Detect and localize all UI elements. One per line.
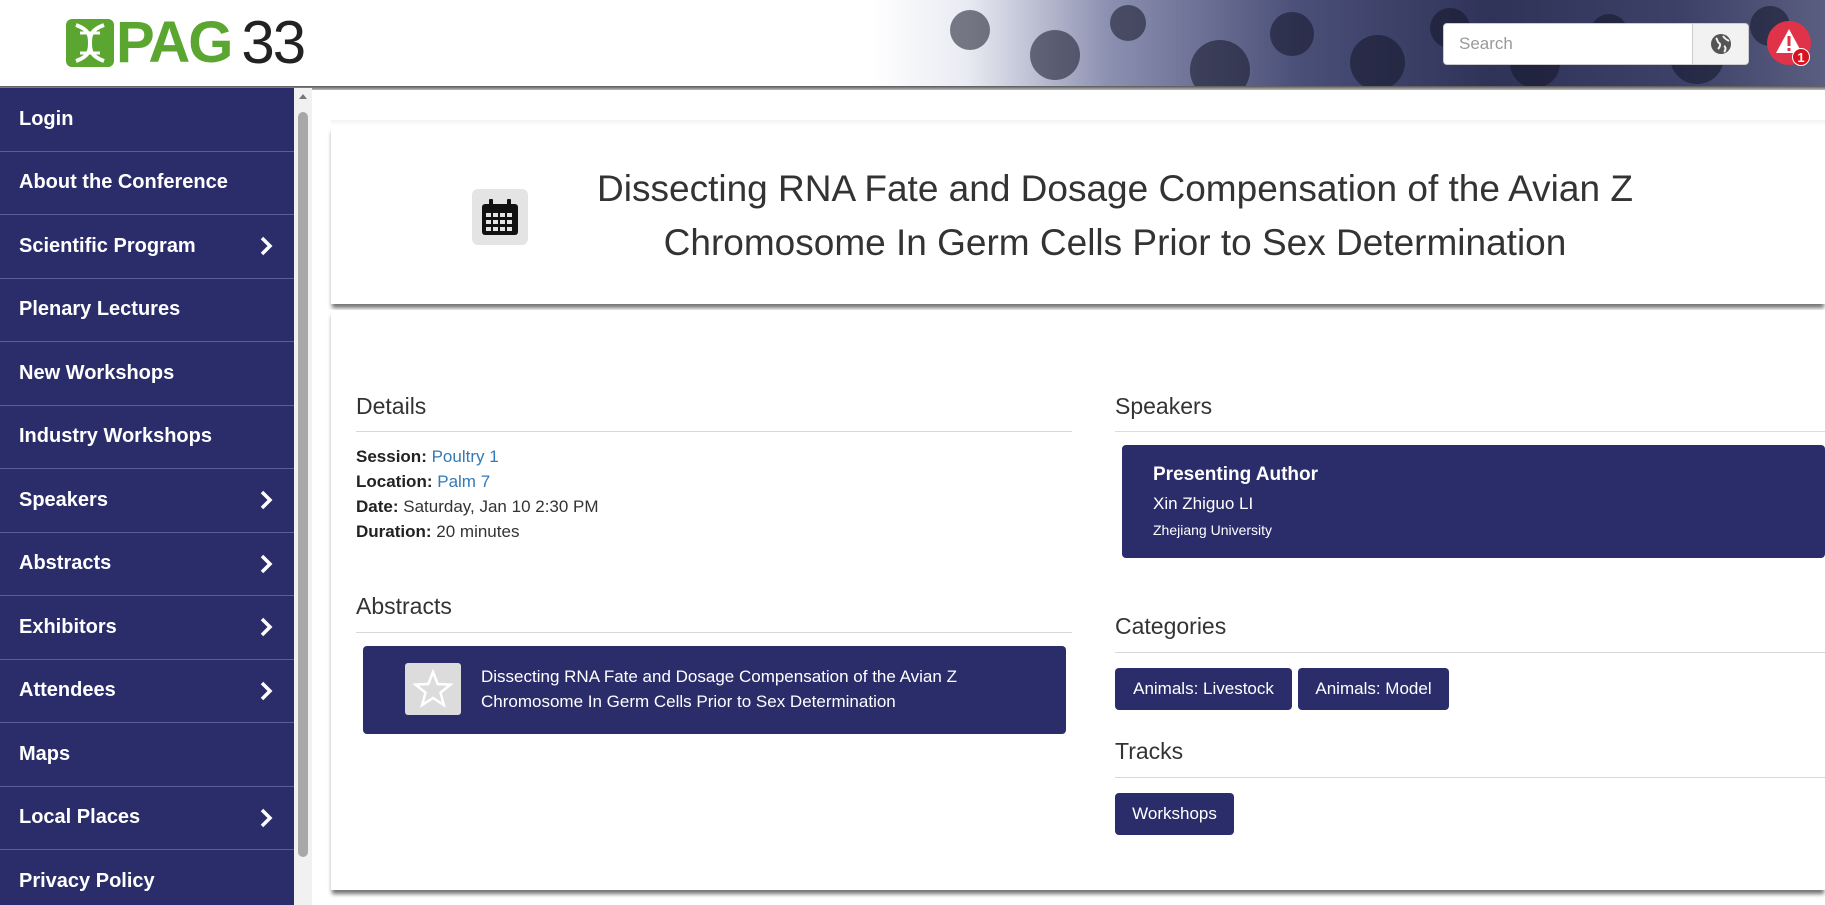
sidebar-item-industry-workshops[interactable]: Industry Workshops: [0, 406, 294, 469]
abstract-item[interactable]: Dissecting RNA Fate and Dosage Compensat…: [363, 646, 1066, 734]
speaker-affiliation: Zhejiang University: [1153, 522, 1273, 538]
location-link[interactable]: Palm 7: [437, 472, 490, 491]
tracks-heading: Tracks: [1115, 738, 1184, 764]
abstract-title: Dissecting RNA Fate and Dosage Compensat…: [481, 664, 1041, 714]
sidebar-item-local-places[interactable]: Local Places: [0, 787, 294, 850]
sidebar-item-label: Local Places: [19, 806, 141, 829]
site-header: PAG 33 1: [0, 0, 1825, 88]
sidebar-item-new-workshops[interactable]: New Workshops: [0, 342, 294, 406]
chevron-right-icon: [260, 554, 273, 573]
globe-icon: [1710, 34, 1731, 54]
sidebar-item-speakers[interactable]: Speakers: [0, 469, 294, 533]
sidebar-item-attendees[interactable]: Attendees: [0, 660, 294, 723]
search-button[interactable]: [1692, 24, 1748, 64]
sidebar-item-label: Maps: [19, 742, 71, 765]
abstracts-divider: [356, 632, 1072, 633]
sidebar-item-label: Login: [19, 107, 74, 130]
alert-count-badge: 1: [1792, 48, 1810, 66]
event-title-line-1: Dissecting RNA Fate and Dosage Compensat…: [597, 168, 1633, 209]
detail-location: Location: Palm 7: [356, 472, 490, 492]
speaker-card[interactable]: Presenting Author Xin Zhiguo LI Zhejiang…: [1122, 445, 1825, 558]
sidebar-item-login[interactable]: Login: [0, 88, 294, 152]
speaker-role: Presenting Author: [1153, 464, 1319, 485]
sidebar-item-about-the-conference[interactable]: About the Conference: [0, 152, 294, 215]
scroll-up-arrow[interactable]: [299, 94, 307, 99]
sidebar-item-label: Industry Workshops: [19, 425, 212, 448]
detail-session: Session: Poultry 1: [356, 447, 499, 467]
details-heading: Details: [356, 393, 427, 419]
category-tag-livestock[interactable]: Animals: Livestock: [1115, 668, 1292, 710]
sidebar-item-label: About the Conference: [19, 171, 228, 194]
detail-date: Date: Saturday, Jan 10 2:30 PM: [356, 497, 599, 517]
logo-number: 33: [241, 9, 306, 76]
sidebar-item-exhibitors[interactable]: Exhibitors: [0, 596, 294, 660]
sidebar-item-scientific-program[interactable]: Scientific Program: [0, 215, 294, 279]
sidebar-item-label: Speakers: [19, 488, 108, 511]
details-divider: [356, 431, 1072, 432]
category-tag-model[interactable]: Animals: Model: [1298, 668, 1449, 710]
logo-text: PAG: [116, 10, 233, 75]
sidebar-item-plenary-lectures[interactable]: Plenary Lectures: [0, 279, 294, 342]
speakers-divider: [1115, 431, 1825, 432]
search-box: [1443, 23, 1749, 65]
detail-duration: Duration: 20 minutes: [356, 522, 519, 542]
sidebar-item-abstracts[interactable]: Abstracts: [0, 533, 294, 596]
alerts-button[interactable]: 1: [1766, 20, 1812, 66]
chevron-right-icon: [260, 808, 273, 827]
sidebar-item-label: Scientific Program: [19, 234, 196, 257]
event-details-card: [331, 310, 1825, 890]
date-label: Date:: [356, 497, 399, 516]
sidebar-item-label: Exhibitors: [19, 615, 117, 638]
sidebar-item-label: Plenary Lectures: [19, 298, 181, 321]
calendar-icon: [472, 189, 528, 245]
chevron-right-icon: [260, 618, 273, 637]
speakers-heading: Speakers: [1115, 393, 1213, 419]
track-tag-workshops[interactable]: Workshops: [1115, 793, 1234, 835]
session-label: Session:: [356, 447, 427, 466]
sidebar-item-maps[interactable]: Maps: [0, 723, 294, 787]
scrollbar-thumb[interactable]: [298, 112, 308, 857]
chevron-right-icon: [260, 491, 273, 510]
sidebar-item-label: Privacy Policy: [19, 869, 155, 892]
speaker-name: Xin Zhiguo LI: [1153, 494, 1254, 513]
session-link[interactable]: Poultry 1: [432, 447, 499, 466]
duration-value: 20 minutes: [436, 522, 520, 541]
date-value: Saturday, Jan 10 2:30 PM: [403, 497, 599, 516]
pag-logo[interactable]: PAG 33: [64, 9, 306, 76]
sidebar-item-privacy-policy[interactable]: Privacy Policy: [0, 850, 294, 905]
abstract-title-line-1: Dissecting RNA Fate and Dosage Compensat…: [481, 667, 957, 686]
sidebar-scrollbar[interactable]: [294, 88, 312, 905]
event-title: Dissecting RNA Fate and Dosage Compensat…: [560, 162, 1670, 270]
chevron-right-icon: [260, 681, 273, 700]
abstract-title-line-2: Chromosome In Germ Cells Prior to Sex De…: [481, 692, 896, 711]
sidebar-item-label: Attendees: [19, 679, 116, 702]
dna-logo-icon: [66, 19, 114, 67]
chevron-right-icon: [260, 237, 273, 256]
event-title-line-2: Chromosome In Germ Cells Prior to Sex De…: [663, 222, 1567, 263]
search-input[interactable]: [1444, 24, 1692, 64]
location-label: Location:: [356, 472, 433, 491]
sidebar-item-label: Abstracts: [19, 552, 112, 575]
duration-label: Duration:: [356, 522, 432, 541]
abstracts-heading: Abstracts: [356, 593, 452, 619]
categories-divider: [1115, 652, 1825, 653]
sidebar-nav: Login About the Conference Scientific Prog…: [0, 88, 294, 905]
categories-heading: Categories: [1115, 613, 1227, 639]
tracks-divider: [1115, 777, 1825, 778]
star-favorite-icon[interactable]: [405, 663, 461, 715]
sidebar-item-label: New Workshops: [19, 361, 175, 384]
